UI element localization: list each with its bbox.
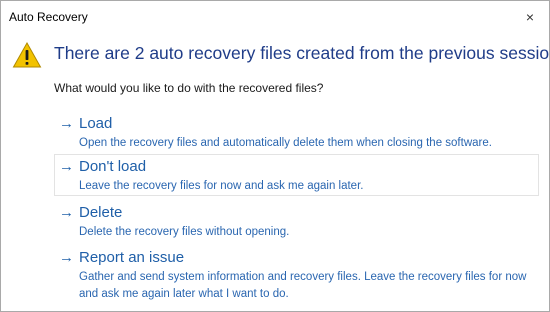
option-title: → Delete: [59, 204, 122, 221]
dont-load-option[interactable]: → Don't load Leave the recovery files for…: [54, 154, 539, 196]
arrow-right-icon: →: [59, 115, 74, 132]
option-title: → Report an issue: [59, 249, 184, 266]
arrow-right-icon: →: [59, 204, 74, 221]
option-title: → Don't load: [59, 158, 146, 175]
option-description: Gather and send system information and r…: [79, 271, 527, 300]
load-option[interactable]: → Load Open the recovery files and automa…: [54, 111, 539, 153]
warning-icon: [12, 41, 42, 68]
arrow-right-icon: →: [59, 249, 74, 266]
option-label: Report an issue: [79, 249, 185, 266]
delete-option[interactable]: → Delete Delete the recovery files withou…: [54, 200, 539, 242]
option-description: Open the recovery files and automaticall…: [79, 137, 492, 149]
option-title: → Load: [59, 115, 112, 132]
title-bar: Auto Recovery ×: [1, 1, 549, 33]
option-description: Delete the recovery files without openin…: [79, 226, 290, 238]
option-label: Don't load: [79, 158, 147, 175]
close-icon[interactable]: ×: [517, 5, 543, 29]
option-label: Load: [79, 115, 113, 132]
auto-recovery-dialog: Auto Recovery × There are 2 auto recover…: [0, 0, 550, 312]
dialog-headline: There are 2 auto recovery files created …: [54, 43, 550, 63]
option-label: Delete: [79, 204, 123, 221]
window-title: Auto Recovery: [9, 10, 88, 24]
option-description: Leave the recovery files for now and ask…: [79, 180, 364, 192]
dialog-question: What would you like to do with the recov…: [54, 81, 324, 95]
arrow-right-icon: →: [59, 158, 74, 175]
report-issue-option[interactable]: → Report an issue Gather and send system …: [54, 245, 539, 305]
